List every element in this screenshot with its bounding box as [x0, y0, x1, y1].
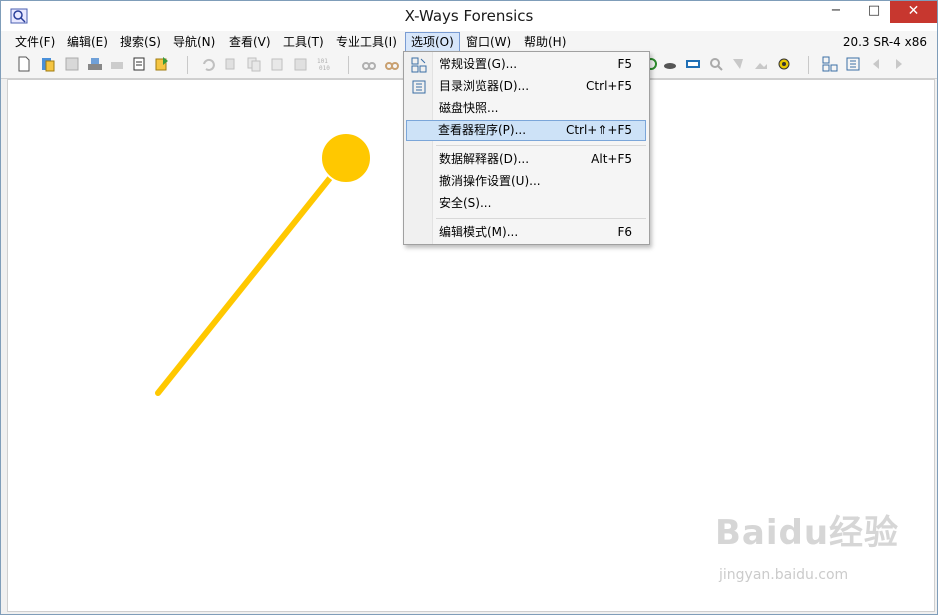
menu-item-shortcut: Ctrl+F5: [586, 79, 632, 93]
hash-icon[interactable]: [730, 56, 746, 72]
menu-item-label: 数据解释器(D)...: [439, 152, 530, 166]
watermark-logo-text: Baidu经验: [715, 513, 900, 553]
menu-item-data-interpreter[interactable]: 数据解释器(D)... Alt+F5: [406, 149, 646, 170]
menu-bar: 文件(F) 编辑(E) 搜索(S) 导航(N) 查看(V) 工具(T) 专业工具…: [1, 31, 937, 52]
menu-options[interactable]: 选项(O): [405, 32, 460, 52]
minimize-button[interactable]: −: [821, 1, 851, 23]
menu-item-disk-snapshot[interactable]: 磁盘快照...: [406, 98, 646, 119]
menu-item-label: 安全(S)...: [439, 196, 492, 210]
binary-icon[interactable]: 101010: [316, 56, 332, 72]
menu-window[interactable]: 窗口(W): [461, 33, 516, 51]
options-dropdown-menu: 常规设置(G)... F5 目录浏览器(D)... Ctrl+F5 磁盘快照..…: [403, 51, 650, 245]
svg-text:101: 101: [317, 58, 328, 65]
menu-item-label: 查看器程序(P)...: [438, 123, 527, 137]
find-hex-icon[interactable]: [384, 56, 400, 72]
menu-item-label: 常规设置(G)...: [439, 57, 518, 71]
menu-item-shortcut: F5: [617, 57, 632, 71]
forward-arrow-icon[interactable]: [891, 56, 907, 72]
menu-item-security[interactable]: 安全(S)...: [406, 193, 646, 214]
menu-edit[interactable]: 编辑(E): [62, 33, 113, 51]
menu-item-shortcut: Ctrl+⇑+F5: [565, 123, 632, 137]
menu-navigate[interactable]: 导航(N): [168, 33, 220, 51]
close-button[interactable]: ✕: [890, 1, 937, 23]
gallery-icon[interactable]: [753, 56, 769, 72]
find-text-icon[interactable]: [361, 56, 377, 72]
menu-item-shortcut: Alt+F5: [591, 152, 632, 166]
version-label: 20.3 SR-4 x86: [842, 35, 927, 49]
baidu-watermark: Baidu经验 jingyan.baidu.com: [715, 505, 925, 595]
open-file-icon[interactable]: [40, 56, 56, 72]
directory-view-icon[interactable]: [845, 56, 861, 72]
svg-text:010: 010: [319, 65, 330, 72]
directory-browser-icon: [412, 80, 426, 94]
menu-item-general-settings[interactable]: 常规设置(G)... F5: [406, 54, 646, 75]
menu-item-label: 目录浏览器(D)...: [439, 79, 530, 93]
menu-item-label: 编辑模式(M)...: [439, 225, 519, 239]
title-bar: X-Ways Forensics − □ ✕: [1, 1, 937, 31]
paste-block-icon[interactable]: [293, 56, 309, 72]
menu-item-label: 撤消操作设置(U)...: [439, 174, 541, 188]
copy-icon[interactable]: [246, 56, 262, 72]
disk-tools-icon[interactable]: [662, 56, 678, 72]
menu-item-viewer-programs[interactable]: 查看器程序(P)... Ctrl+⇑+F5: [406, 120, 646, 141]
settings-gear-icon[interactable]: [776, 56, 792, 72]
watermark-url: jingyan.baidu.com: [719, 567, 849, 583]
menu-help[interactable]: 帮助(H): [519, 33, 571, 51]
menu-separator: [436, 145, 646, 146]
menu-item-directory-browser[interactable]: 目录浏览器(D)... Ctrl+F5: [406, 76, 646, 97]
menu-item-undo-settings[interactable]: 撤消操作设置(U)...: [406, 171, 646, 192]
maximize-button[interactable]: □: [859, 1, 889, 23]
menu-item-edit-mode[interactable]: 编辑模式(M)... F6: [406, 222, 646, 243]
menu-item-label: 磁盘快照...: [439, 101, 499, 115]
open-image-icon[interactable]: [109, 56, 125, 72]
menu-tools[interactable]: 工具(T): [278, 33, 329, 51]
toolbar-separator: [348, 56, 349, 74]
open-disk-icon[interactable]: [87, 56, 103, 72]
general-settings-icon: [411, 57, 427, 73]
search-icon[interactable]: [708, 56, 724, 72]
window-title: X-Ways Forensics: [404, 7, 534, 25]
menu-item-shortcut: F6: [617, 225, 632, 239]
back-arrow-icon[interactable]: [868, 56, 884, 72]
menu-file[interactable]: 文件(F): [10, 33, 60, 51]
menu-search[interactable]: 搜索(S): [115, 33, 166, 51]
menu-separator: [436, 218, 646, 219]
case-data-icon[interactable]: [822, 56, 838, 72]
calculator-icon[interactable]: [685, 56, 701, 72]
undo-icon[interactable]: [200, 56, 216, 72]
properties-icon[interactable]: [131, 56, 147, 72]
cut-icon[interactable]: [223, 56, 239, 72]
toolbar-separator: [808, 56, 809, 74]
save-icon[interactable]: [64, 56, 80, 72]
new-file-icon[interactable]: [16, 56, 32, 72]
menu-view[interactable]: 查看(V): [224, 33, 276, 51]
toolbar-separator: [187, 56, 188, 74]
export-icon[interactable]: [154, 56, 170, 72]
paste-icon[interactable]: [269, 56, 285, 72]
menu-specialist[interactable]: 专业工具(I): [331, 33, 402, 51]
